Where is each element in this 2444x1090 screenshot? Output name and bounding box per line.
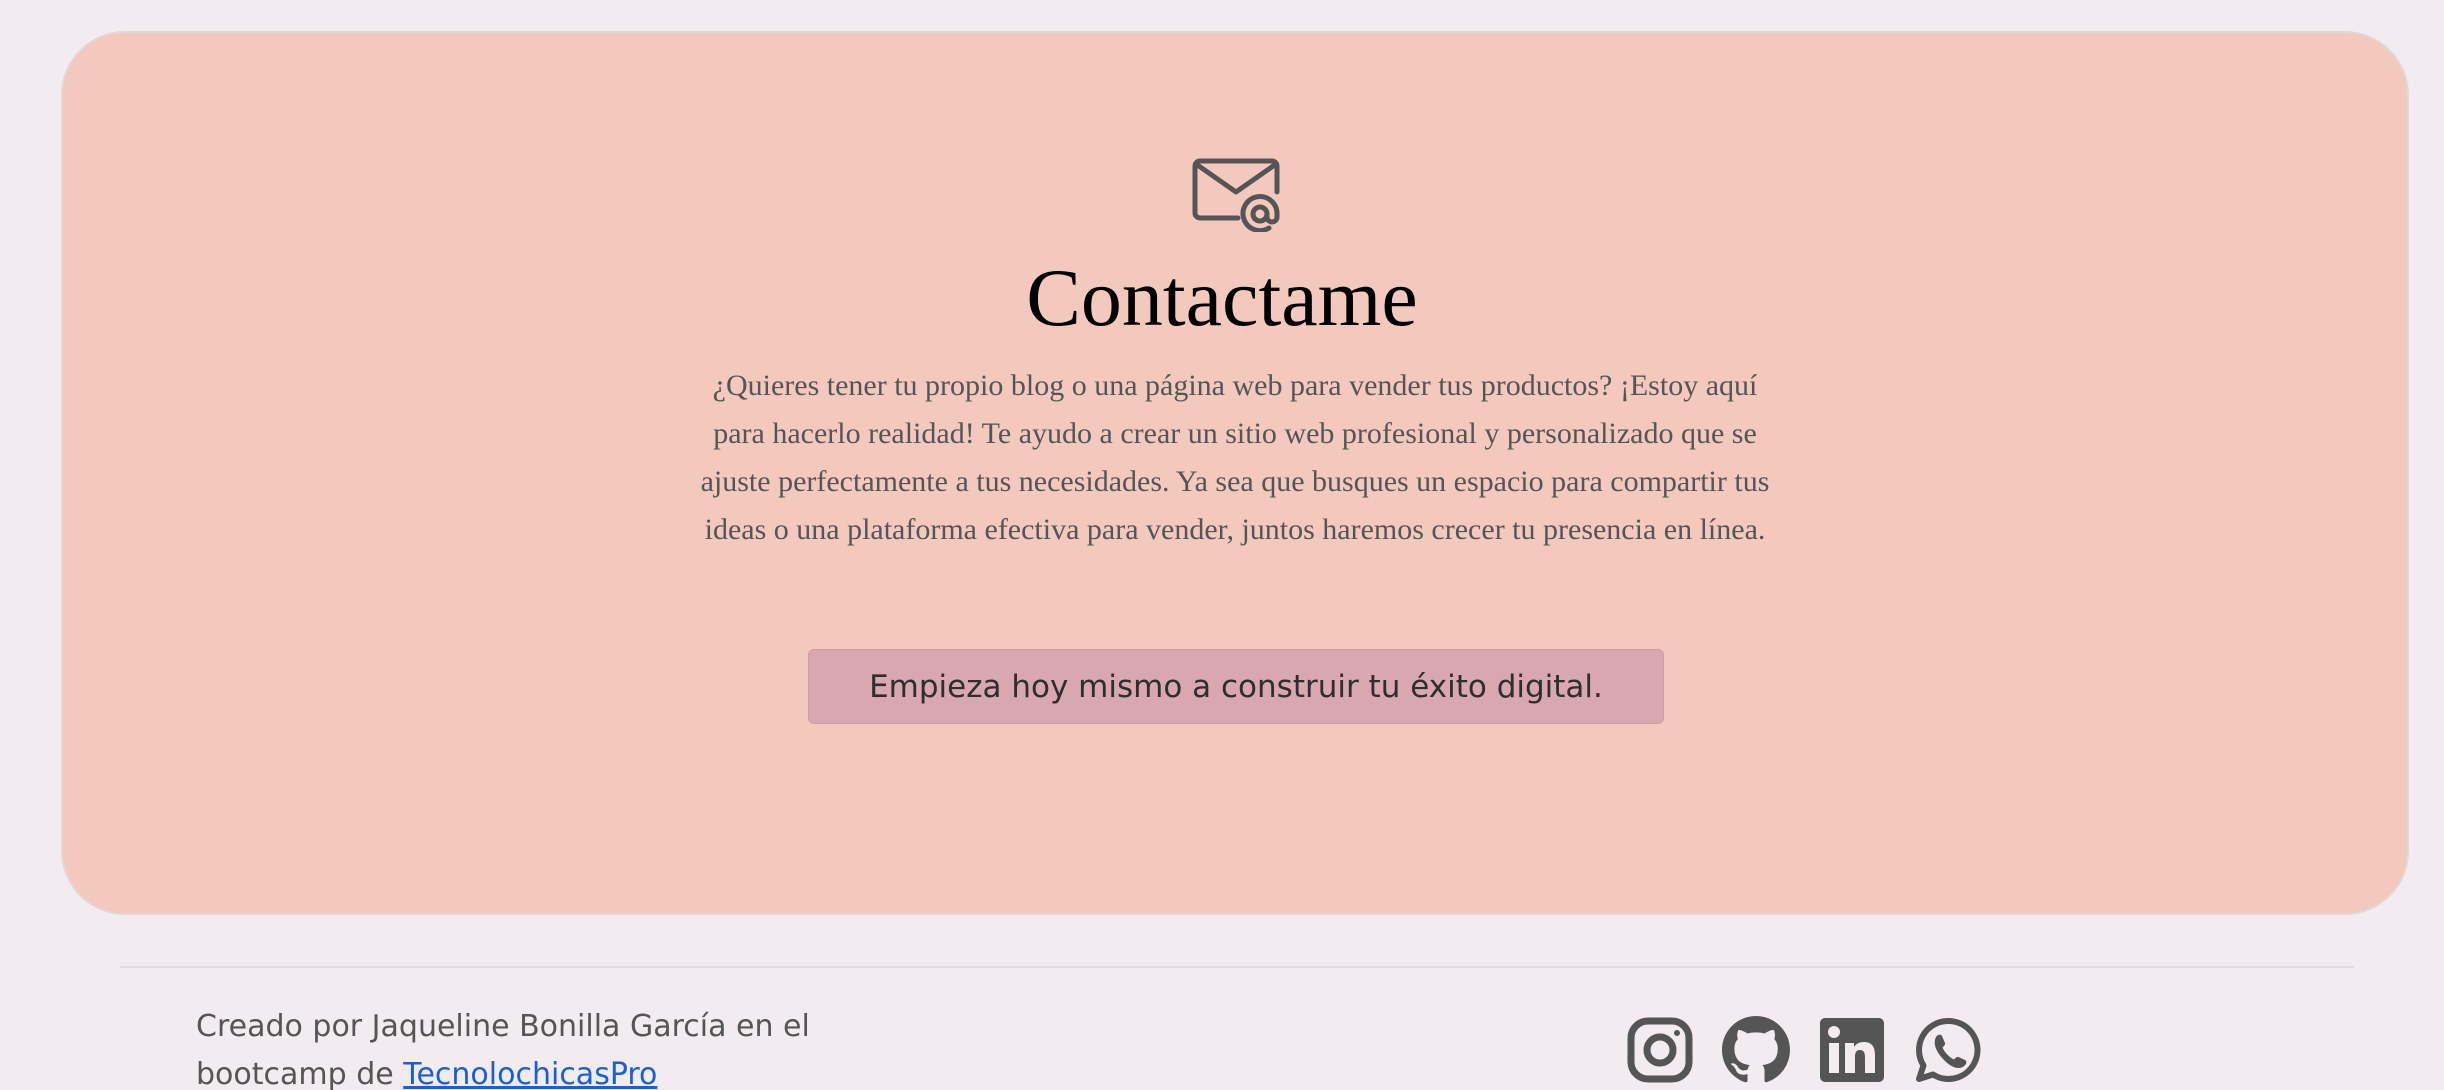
tecnolochicas-link[interactable]: TecnolochicasPro	[403, 1057, 657, 1090]
cta-button[interactable]: Empieza hoy mismo a construir tu éxito d…	[808, 649, 1664, 724]
footer-divider	[120, 966, 2354, 968]
instagram-icon[interactable]	[1626, 1016, 1694, 1084]
whatsapp-icon[interactable]	[1914, 1016, 1982, 1084]
contact-title: Contactame	[1026, 252, 1418, 343]
envelope-at-icon	[1192, 158, 1280, 232]
linkedin-icon[interactable]	[1818, 1016, 1886, 1084]
contact-description: ¿Quieres tener tu propio blog o una pági…	[700, 369, 1770, 546]
footer-credit: Creado por Jaqueline Bonilla García en e…	[196, 1003, 836, 1090]
github-icon[interactable]	[1722, 1016, 1790, 1084]
